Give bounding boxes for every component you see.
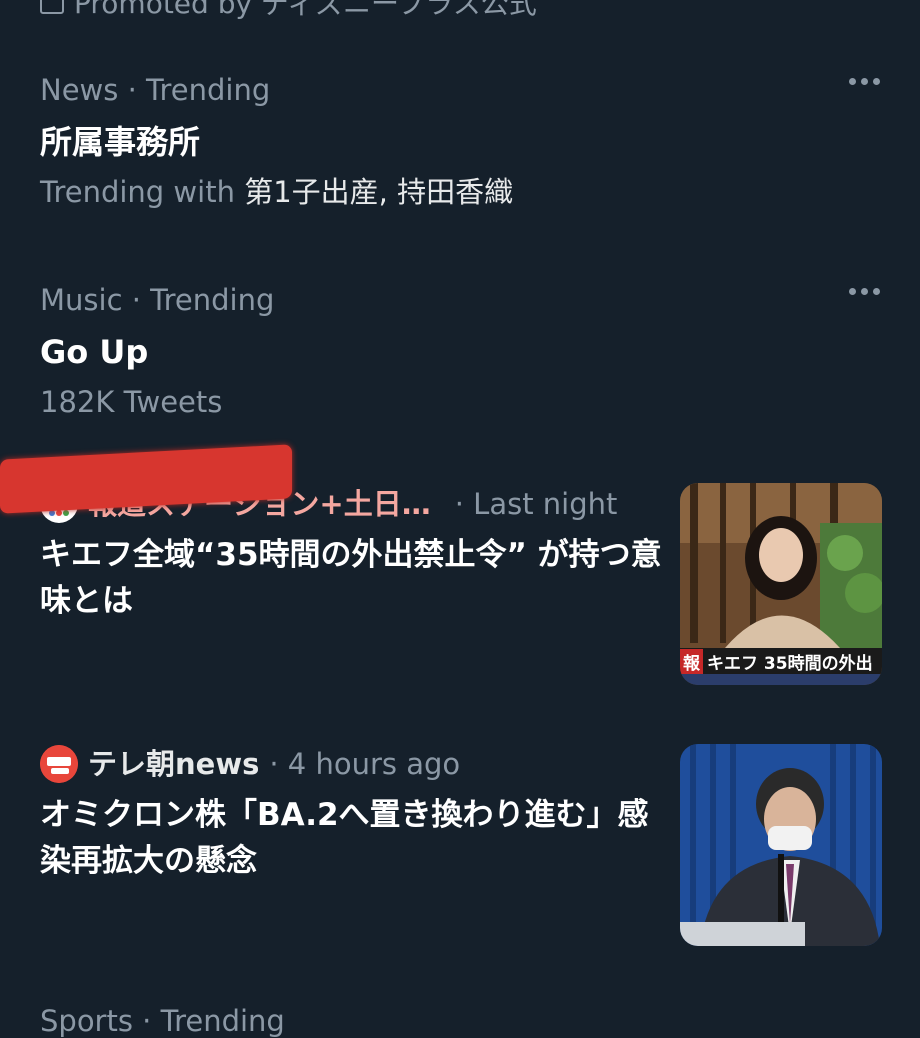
news-timestamp: · 4 hours ago xyxy=(269,747,461,781)
trend-title: 所属事務所 xyxy=(40,123,201,161)
news-thumbnail[interactable]: 報 キエフ 35時間の外出 xyxy=(680,483,882,685)
promoted-text: Promoted by ディズニープラス公式 xyxy=(74,0,537,20)
trend-category: Music · Trending xyxy=(40,283,275,317)
news-source-name: テレ朝news xyxy=(88,747,260,781)
thumbnail-caption: 報 キエフ 35時間の外出 xyxy=(680,648,873,674)
trend-title: Go Up xyxy=(40,333,149,371)
news-item[interactable]: テレ朝news · 4 hours ago オミクロン株「BA.2へ置き換わり進… xyxy=(40,742,670,884)
trend-item[interactable]: News · Trending 所属事務所 Trending with 第1子出… xyxy=(40,70,880,212)
promoted-label: Promoted by ディズニープラス公式 xyxy=(40,0,537,22)
trend-context-names: 第1子出産, 持田香織 xyxy=(244,175,514,209)
thumbnail-caption-text: キエフ 35時間の外出 xyxy=(707,653,873,674)
source-avatar xyxy=(40,745,78,783)
thumbnail-badge: 報 xyxy=(680,648,703,674)
trend-context-prefix: Trending with xyxy=(40,175,235,209)
news-thumbnail[interactable] xyxy=(680,744,882,946)
promoted-icon xyxy=(40,0,64,14)
news-headline: オミクロン株「BA.2へ置き換わり進む」感染再拡大の懸念 xyxy=(40,797,649,879)
more-options-icon[interactable] xyxy=(849,288,880,295)
more-options-icon[interactable] xyxy=(849,78,880,85)
trend-item[interactable]: Music · Trending Go Up 182K Tweets xyxy=(40,280,880,422)
news-timestamp: · Last night xyxy=(454,487,618,521)
trend-tweet-count: 182K Tweets xyxy=(40,385,223,419)
trend-category: News · Trending xyxy=(40,73,271,107)
trend-context: Trending with 第1子出産, 持田香織 xyxy=(40,172,880,212)
trend-category[interactable]: Sports · Trending xyxy=(40,1004,285,1038)
news-source-row: テレ朝news · 4 hours ago xyxy=(40,742,670,786)
news-headline: キエフ全域“35時間の外出禁止令” が持つ意味とは xyxy=(40,537,662,619)
